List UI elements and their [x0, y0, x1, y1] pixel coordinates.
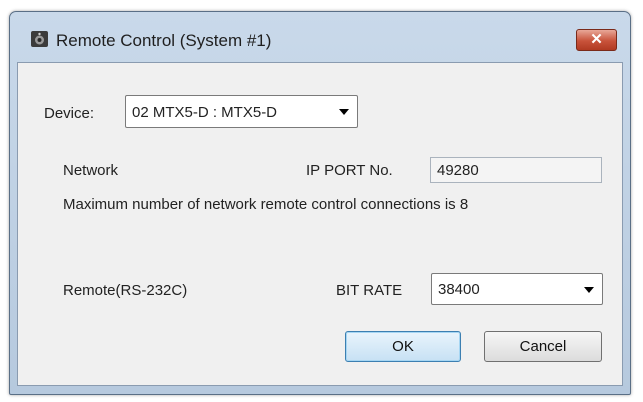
remote-rs232c-label: Remote(RS-232C) [63, 282, 188, 299]
title-bar[interactable]: Remote Control (System #1) ✕ [10, 12, 630, 59]
bit-rate-select[interactable]: 38400 [431, 273, 603, 305]
remote-control-dialog: Remote Control (System #1) ✕ Device: 02 … [9, 11, 631, 395]
chevron-down-icon [584, 287, 594, 293]
device-select[interactable]: 02 MTX5-D : MTX5-D [125, 95, 358, 128]
bit-rate-label: BIT RATE [336, 282, 403, 299]
speaker-app-icon [31, 31, 48, 47]
ip-port-field: 49280 [430, 157, 602, 183]
dialog-body: Device: 02 MTX5-D : MTX5-D Network IP PO… [17, 62, 623, 386]
ip-port-value: 49280 [437, 162, 479, 179]
chevron-down-icon [339, 109, 349, 115]
ok-button[interactable]: OK [345, 331, 461, 362]
device-select-value: 02 MTX5-D : MTX5-D [132, 104, 278, 121]
ip-port-label: IP PORT No. [306, 162, 393, 179]
device-label: Device: [44, 105, 95, 122]
cancel-button[interactable]: Cancel [484, 331, 602, 362]
network-label: Network [63, 162, 119, 179]
close-icon: ✕ [590, 31, 603, 48]
network-connections-note: Maximum number of network remote control… [63, 196, 469, 213]
close-button[interactable]: ✕ [576, 29, 617, 51]
window-title: Remote Control (System #1) [56, 31, 272, 50]
bit-rate-select-value: 38400 [438, 281, 480, 298]
